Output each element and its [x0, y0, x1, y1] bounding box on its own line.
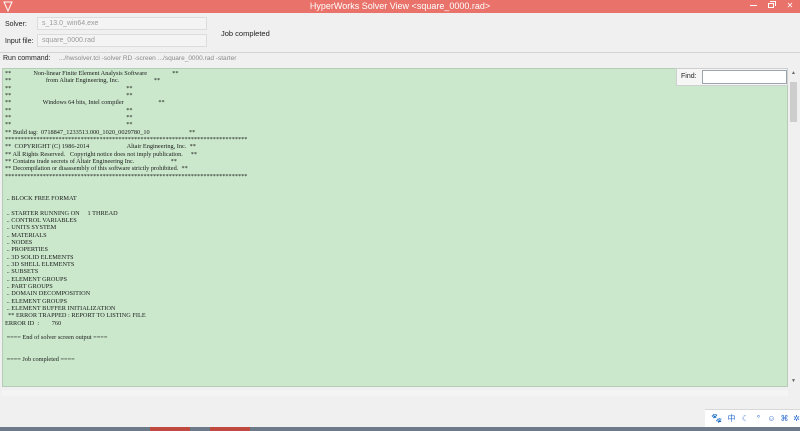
console-line: .. 3D SHELL ELEMENTS — [5, 260, 75, 268]
console-line: .. 3D SOLID ELEMENTS — [5, 253, 74, 261]
console-line: .. ELEMENT GROUPS — [5, 297, 67, 305]
console-line: .. BLOCK FREE FORMAT — [5, 194, 77, 202]
info-panel: Solver: s_13.0_win64.exe Input file: squ… — [0, 13, 800, 52]
minimize-button[interactable] — [744, 0, 762, 13]
run-command-value[interactable]: .../hwsolver.tcl -solver RD -screen .../… — [59, 55, 236, 62]
console-line: ** ** — [5, 92, 133, 100]
console-line: ** Non-linear Finite Element Analysis So… — [5, 70, 179, 77]
scroll-thumb[interactable] — [790, 82, 797, 122]
console-line: .. ELEMENT GROUPS — [5, 275, 67, 283]
ime-zh-icon[interactable]: 中 — [726, 412, 737, 425]
taskbar — [0, 427, 800, 431]
console-line: ** All Rights Reserved. Copyright notice… — [5, 150, 198, 158]
job-status: Job completed — [221, 29, 270, 38]
close-button[interactable]: ✕ — [780, 0, 800, 13]
console-line: ** from Altair Engineering, Inc. ** — [5, 77, 161, 85]
console-line: ** ** — [5, 106, 133, 114]
minimize-icon — [749, 5, 757, 7]
gear-icon[interactable]: ✲ — [791, 412, 800, 425]
emoji-icon[interactable]: ☺ — [766, 412, 777, 425]
console-line: ** Windows 64 bits, Intel compiler ** — [5, 99, 165, 107]
console-line: .. NODES — [5, 238, 33, 246]
console-line: ** Build tag: 0718847_1233513.000_1020_0… — [5, 128, 196, 136]
console-line: .. ELEMENT BUFFER INITIALIZATION — [5, 305, 116, 312]
console-line: ** COPYRIGHT (C) 1986-2014 Altair Engine… — [5, 143, 196, 151]
title-bar: HyperWorks Solver View <square_0000.rad>… — [0, 0, 800, 13]
console-line: ****************************************… — [5, 172, 248, 180]
window-title: HyperWorks Solver View <square_0000.rad> — [309, 1, 491, 11]
find-input[interactable] — [702, 70, 787, 84]
dot-icon[interactable]: ° — [753, 412, 764, 425]
console-line: ****************************************… — [5, 136, 248, 144]
vertical-scrollbar[interactable]: ▲ ▼ — [789, 68, 798, 387]
console-line: .. STARTER RUNNING ON 1 THREAD — [5, 209, 118, 217]
maximize-icon — [768, 3, 774, 9]
solver-field[interactable]: s_13.0_win64.exe — [37, 17, 207, 30]
find-label: Find: — [681, 73, 697, 80]
console-line: ** Decompilation or disassembly of this … — [5, 165, 188, 173]
console-line: ** ** — [5, 114, 133, 122]
input-file-label: Input file: — [5, 38, 34, 45]
scroll-up-icon[interactable]: ▲ — [790, 70, 797, 77]
maximize-button[interactable] — [762, 0, 780, 13]
run-command-row: Run command: .../hwsolver.tcl -solver RD… — [0, 53, 800, 66]
console-line: ==== End of solver screen output ==== — [5, 334, 108, 342]
console-line: .. CONTROL VARIABLES — [5, 216, 77, 224]
paw-icon[interactable]: 🐾 — [711, 412, 722, 425]
console-line: .. UNITS SYSTEM — [5, 224, 57, 232]
console-line: .. DOMAIN DECOMPOSITION — [5, 290, 91, 298]
shirt-icon[interactable]: ⌘ — [779, 412, 790, 425]
scroll-down-icon[interactable]: ▼ — [790, 378, 797, 385]
console-line: ** ERROR TRAPPED : REPORT TO LISTING FIL… — [5, 312, 146, 320]
console-line: ** ** — [5, 121, 133, 129]
horizontal-scrollbar[interactable] — [2, 390, 788, 396]
console-line: .. PROPERTIES — [5, 246, 49, 254]
input-file-field[interactable]: square_0000.rad — [37, 34, 207, 47]
console-line: ERROR ID : 760 — [5, 319, 62, 327]
console-output[interactable]: ** Non-linear Finite Element Analysis So… — [2, 68, 788, 387]
console-line: .. MATERIALS — [5, 231, 47, 239]
console-line: .. PART GROUPS — [5, 282, 53, 290]
taskbar-item[interactable] — [210, 427, 250, 431]
close-icon: ✕ — [786, 1, 794, 10]
console-line: ==== Job completed ==== — [5, 356, 75, 364]
find-box: Find: — [676, 68, 788, 86]
solver-label: Solver: — [5, 21, 27, 28]
console-line: ** ** — [5, 84, 133, 92]
taskbar-item[interactable] — [150, 427, 190, 431]
console-text: ** Non-linear Finite Element Analysis So… — [5, 70, 305, 364]
console-line: ** Contains trade secrets of Altair Engi… — [5, 158, 177, 166]
moon-icon[interactable]: ☾ — [740, 412, 751, 425]
console-line: .. SUBSETS — [5, 268, 39, 276]
run-command-label: Run command: — [3, 55, 51, 62]
system-tray: 🐾 中 ☾ ° ☺ ⌘ ✲ — [705, 409, 800, 427]
